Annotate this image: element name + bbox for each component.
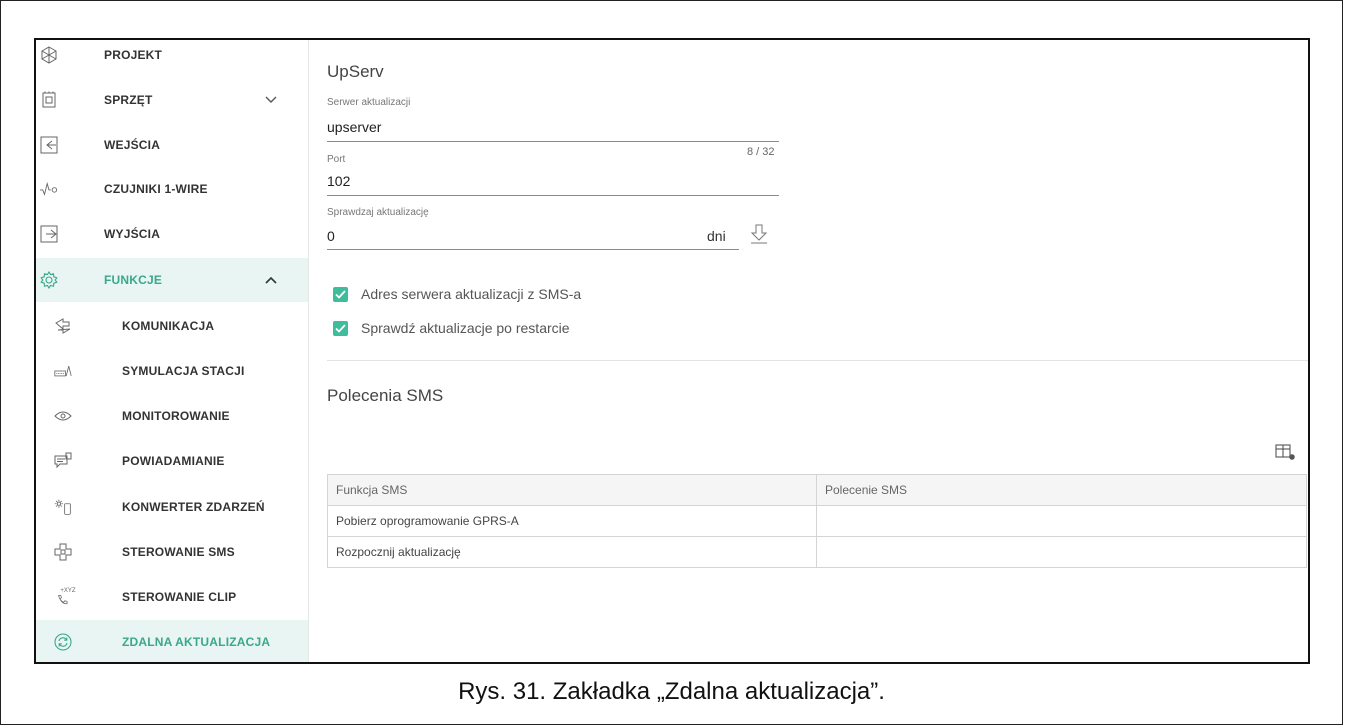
chevron-down-icon[interactable] <box>264 93 278 107</box>
sidebar-item-label: KONWERTER ZDARZEŃ <box>122 500 265 514</box>
project-icon <box>40 46 58 64</box>
check-after-restart-label: Sprawdź aktualizacje po restarcie <box>361 320 570 336</box>
sidebar-item-wyjscia[interactable]: WYJŚCIA <box>36 212 308 256</box>
table-header-row: Funkcja SMS Polecenie SMS <box>327 474 1307 506</box>
sms-commands-table: Funkcja SMS Polecenie SMS Pobierz oprogr… <box>327 474 1307 568</box>
sidebar-item-zdalna-aktualizacja[interactable]: ZDALNA AKTUALIZACJA <box>36 620 308 662</box>
sidebar-item-label: CZUJNIKI 1-WIRE <box>104 182 208 196</box>
port-field-label: Port <box>327 154 346 165</box>
sms-function-cell: Pobierz oprogramowanie GPRS-A <box>327 505 817 537</box>
table-row[interactable]: Rozpocznij aktualizację <box>327 536 1307 568</box>
column-header-command[interactable]: Polecenie SMS <box>816 474 1307 506</box>
server-char-counter: 8 / 32 <box>747 146 775 158</box>
column-header-function[interactable]: Funkcja SMS <box>327 474 817 506</box>
sidebar-item-projekt[interactable]: PROJEKT <box>36 40 308 77</box>
update-icon <box>54 633 72 651</box>
check-interval-unit: dni <box>707 228 726 244</box>
check-input-underline <box>327 249 739 250</box>
sidebar-item-label: SYMULACJA STACJI <box>122 364 245 378</box>
check-interval-input[interactable]: 0 <box>327 228 335 244</box>
sidebar: PROJEKT SPRZĘT WEJŚCIA CZUJNIKI 1-WIRE W… <box>36 40 309 662</box>
sidebar-item-monitorowanie[interactable]: MONITOROWANIE <box>36 394 308 438</box>
sidebar-item-label: PROJEKT <box>104 48 163 62</box>
sidebar-item-sterowanie-sms[interactable]: STEROWANIE SMS <box>36 530 308 574</box>
sidebar-item-label: STEROWANIE SMS <box>122 545 235 559</box>
sidebar-item-powiadamianie[interactable]: POWIADAMIANIE <box>36 439 308 483</box>
figure-caption: Rys. 31. Zakładka „Zdalna aktualizacja”. <box>458 678 885 705</box>
sidebar-item-sprzet[interactable]: SPRZĘT <box>36 78 308 122</box>
download-arrow-icon[interactable] <box>750 224 768 244</box>
inputs-icon <box>40 136 58 154</box>
server-input-underline <box>327 141 779 142</box>
outputs-icon <box>40 225 58 243</box>
sidebar-item-symulacja-stacji[interactable]: SYMULACJA STACJI <box>36 349 308 393</box>
sidebar-item-wejscia[interactable]: WEJŚCIA <box>36 123 308 167</box>
sidebar-item-czujniki-1wire[interactable]: CZUJNIKI 1-WIRE <box>36 167 308 211</box>
sidebar-item-label: STEROWANIE CLIP <box>122 590 237 604</box>
figure-frame: PROJEKT SPRZĘT WEJŚCIA CZUJNIKI 1-WIRE W… <box>0 0 1343 725</box>
server-field-label: Serwer aktualizacji <box>327 97 411 108</box>
server-input[interactable]: upserver <box>327 119 381 135</box>
sms-server-address-label: Adres serwera aktualizacji z SMS-a <box>361 286 582 302</box>
section-title-upserv: UpServ <box>327 62 384 81</box>
sidebar-item-label: WEJŚCIA <box>104 138 161 152</box>
sidebar-item-label: KOMUNIKACJA <box>122 319 215 333</box>
sms-function-cell: Rozpocznij aktualizację <box>327 536 817 568</box>
communication-icon <box>54 317 72 335</box>
port-input-underline <box>327 195 779 196</box>
sidebar-item-label: MONITOROWANIE <box>122 409 230 423</box>
sidebar-item-sterowanie-clip[interactable]: +XYZ STEROWANIE CLIP <box>36 575 308 619</box>
check-after-restart-checkbox[interactable] <box>333 321 348 336</box>
sensor-1wire-icon <box>40 180 58 198</box>
sidebar-item-label: ZDALNA AKTUALIZACJA <box>122 635 271 649</box>
table-row[interactable]: Pobierz oprogramowanie GPRS-A <box>327 505 1307 537</box>
port-input[interactable]: 102 <box>327 173 350 189</box>
sms-command-cell[interactable] <box>816 536 1307 568</box>
hardware-icon <box>40 91 58 109</box>
sidebar-item-label: WYJŚCIA <box>104 227 161 241</box>
main-panel: UpServ Serwer aktualizacji upserver 8 / … <box>309 40 1308 662</box>
section-title-sms: Polecenia SMS <box>327 386 444 405</box>
station-simulation-icon <box>54 362 72 380</box>
sms-control-icon <box>54 543 72 561</box>
sidebar-item-label: POWIADAMIANIE <box>122 454 225 468</box>
clip-control-icon: +XYZ <box>54 588 76 606</box>
check-field-label: Sprawdzaj aktualizację <box>327 207 429 218</box>
sms-command-cell[interactable] <box>816 505 1307 537</box>
sidebar-item-konwerter-zdarzen[interactable]: KONWERTER ZDARZEŃ <box>36 485 308 529</box>
sidebar-item-label: SPRZĘT <box>104 93 153 107</box>
app-window: PROJEKT SPRZĘT WEJŚCIA CZUJNIKI 1-WIRE W… <box>34 38 1310 664</box>
sidebar-item-funkcje[interactable]: FUNKCJE <box>36 258 308 302</box>
sms-server-address-checkbox[interactable] <box>333 287 348 302</box>
sidebar-item-komunikacja[interactable]: KOMUNIKACJA <box>36 304 308 348</box>
gear-icon <box>40 271 58 289</box>
event-converter-icon <box>54 498 72 516</box>
table-settings-icon[interactable] <box>1275 444 1297 462</box>
eye-icon <box>54 407 72 425</box>
sidebar-item-label: FUNKCJE <box>104 273 163 287</box>
section-divider <box>327 360 1308 361</box>
notification-icon <box>54 452 72 470</box>
chevron-up-icon[interactable] <box>264 273 278 287</box>
